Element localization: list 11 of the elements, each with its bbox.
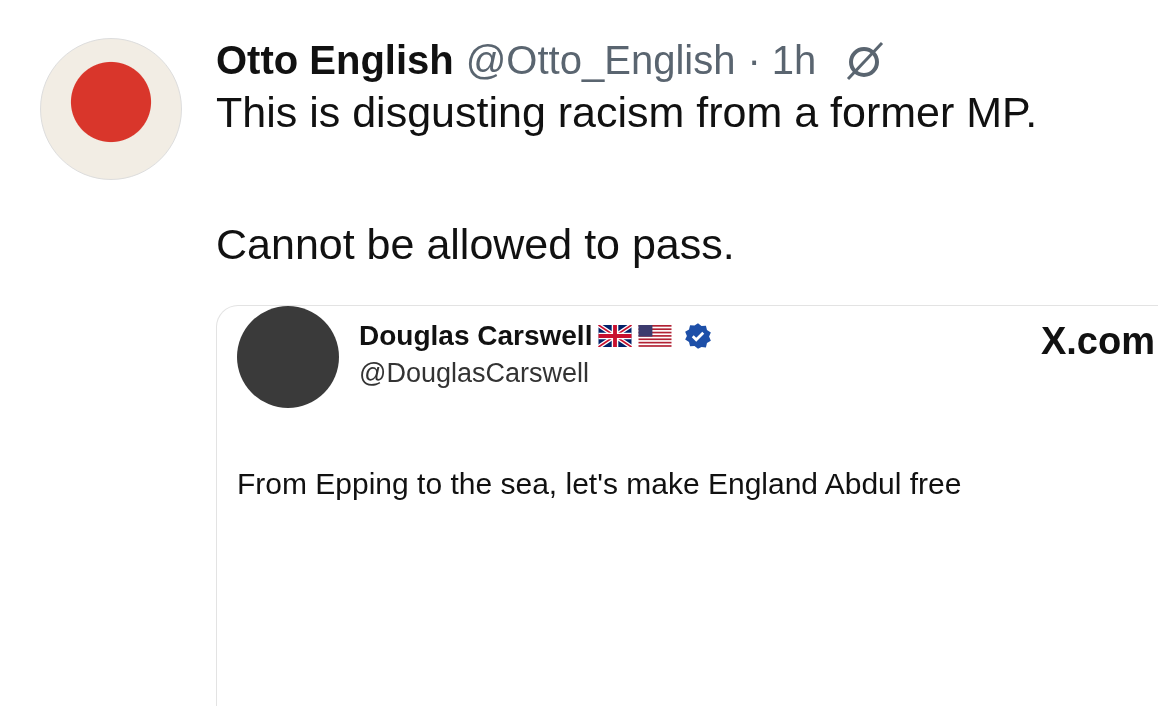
author-handle[interactable]: @Otto_English [465,38,736,83]
quoted-post-text: From Epping to the sea, let's make England Abdul free [237,466,963,502]
post-text: This is disgusting racism from a former MP. Cannot be allowed to pass. [216,87,1039,270]
author-name[interactable]: Otto English [216,38,454,83]
us-flag-icon [638,325,673,347]
quoted-post-card[interactable]: Douglas Carswell @DouglasCarswell X.com From Epping to the sea, let's make England Abdul free [216,305,1158,706]
union-jack-flag-icon [598,325,633,347]
site-label: X.com [1040,320,1155,363]
quoted-author-handle: @DouglasCarswell [359,358,590,389]
post-time: · 1h [747,38,817,83]
quoted-author-name: Douglas Carswell [359,320,593,352]
